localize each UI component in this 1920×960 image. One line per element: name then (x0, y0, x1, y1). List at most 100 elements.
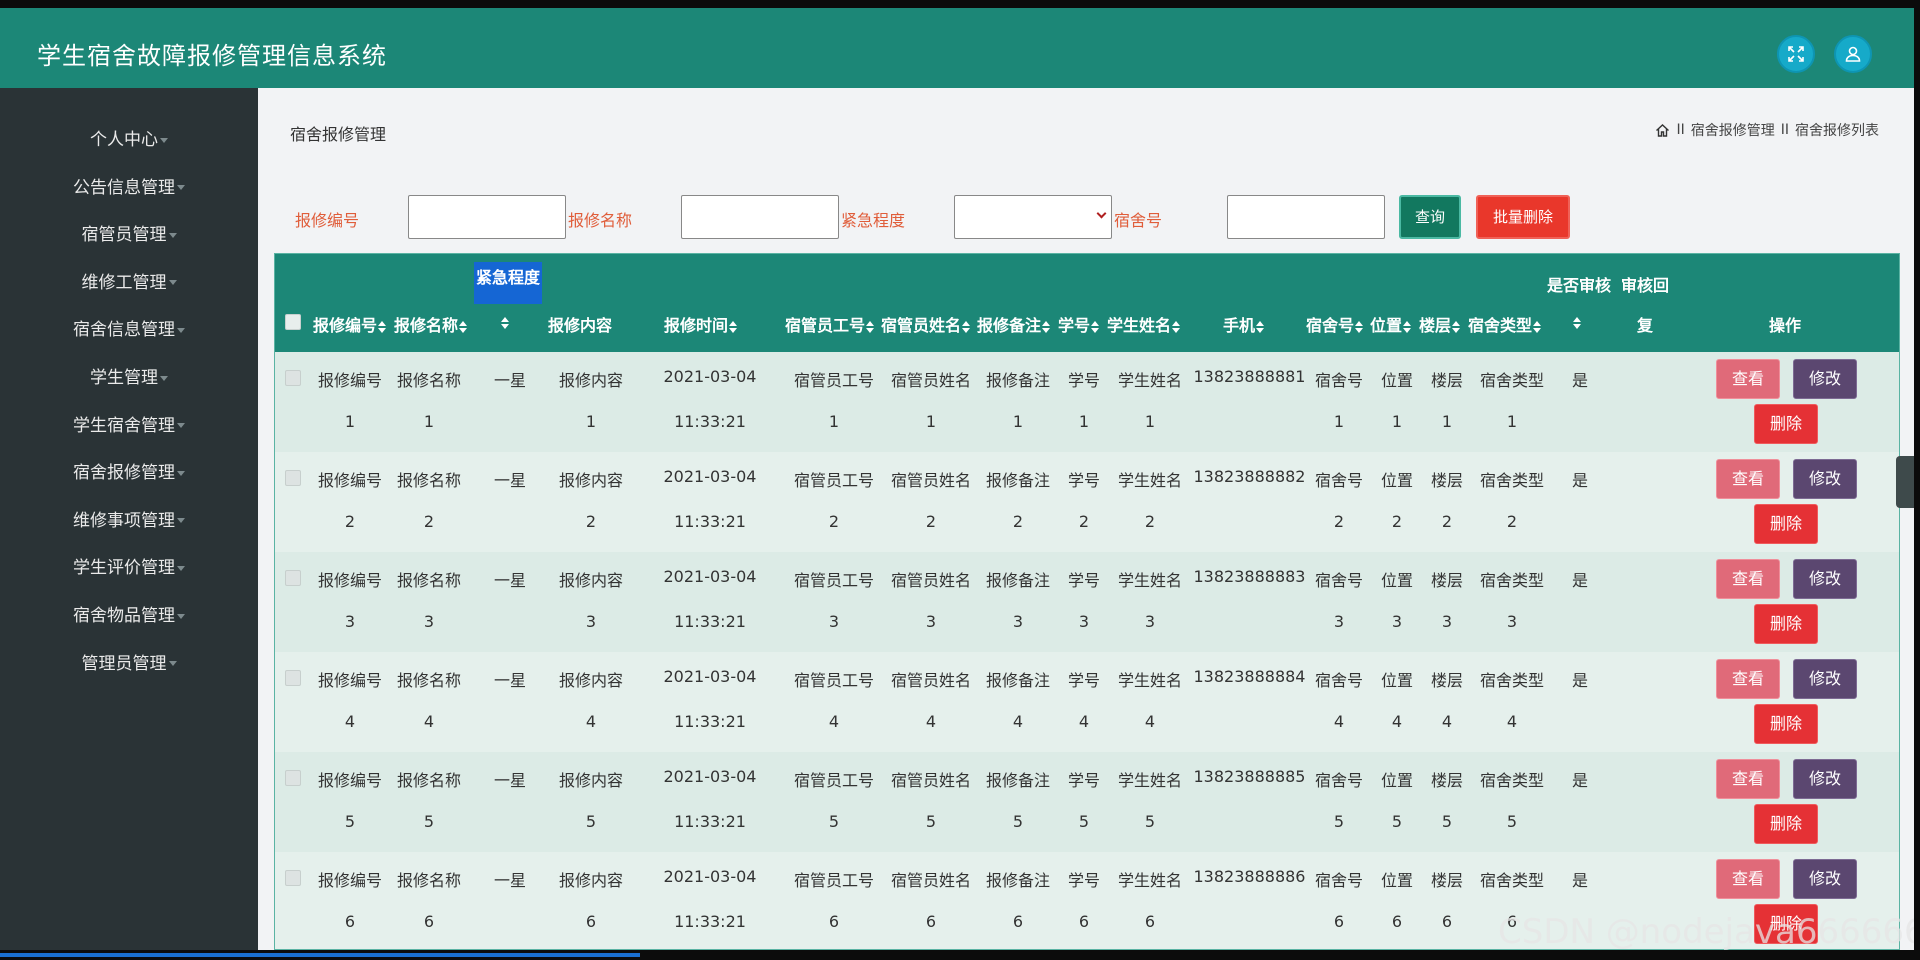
sidebar-item-label: 学生宿舍管理 (73, 415, 175, 436)
header-location[interactable]: 位置 (1370, 312, 1412, 336)
table-row: 报修编号 1 报修名称 1 一星 报修内容 1 2021-03-04 11:33:21 宿管员工号… (275, 352, 1899, 452)
cell-staff-name: 宿管员姓名 (890, 871, 971, 890)
cell-phone: 13823888886 (1193, 867, 1306, 886)
header-student-name[interactable]: 学生姓名 (1107, 312, 1181, 336)
breadcrumb-item-repair-management[interactable]: 宿舍报修管理 (1691, 120, 1775, 140)
cell-floor: 楼层 (1430, 871, 1463, 890)
cell-note2: 5 (1012, 812, 1024, 831)
edit-button[interactable]: 修改 (1793, 459, 1857, 499)
cell-time: 11:33:21 (674, 612, 746, 631)
side-panel-handle[interactable] (1896, 456, 1914, 508)
sidebar-item-admin-management[interactable]: 管理员管理 (0, 646, 258, 682)
header-student-no[interactable]: 学号 (1058, 312, 1100, 336)
sidebar-item-student-management[interactable]: 学生管理 (0, 360, 258, 396)
delete-button[interactable]: 删除 (1754, 504, 1818, 544)
delete-button[interactable]: 删除 (1754, 704, 1818, 744)
sidebar-item-notice-management[interactable]: 公告信息管理 (0, 170, 258, 206)
cell-code: 报修编号 (317, 471, 382, 490)
cell-student-name2: 3 (1144, 612, 1156, 631)
row-checkbox[interactable] (285, 470, 301, 486)
header-name[interactable]: 报修名称 (394, 312, 468, 336)
cell-code: 报修编号 (317, 771, 382, 790)
sidebar-item-label: 管理员管理 (81, 653, 167, 674)
edit-button[interactable]: 修改 (1793, 859, 1857, 899)
cell-student-no: 学号 (1067, 571, 1100, 590)
view-button[interactable]: 查看 (1716, 759, 1780, 799)
user-button[interactable] (1834, 35, 1872, 73)
view-button[interactable]: 查看 (1716, 559, 1780, 599)
sidebar-item-dorm-goods-management[interactable]: 宿舍物品管理 (0, 598, 258, 634)
row-checkbox[interactable] (285, 670, 301, 686)
header-time[interactable]: 报修时间 (664, 312, 738, 336)
row-checkbox[interactable] (285, 370, 301, 386)
filter-label-name: 报修名称 (568, 211, 633, 230)
chevron-down-icon (177, 518, 185, 524)
header-room-type[interactable]: 宿舍类型 (1468, 312, 1542, 336)
select-all-checkbox[interactable] (285, 314, 301, 330)
batch-delete-button[interactable]: 批量删除 (1476, 195, 1570, 239)
cell-time: 11:33:21 (674, 912, 746, 931)
header-code[interactable]: 报修编号 (313, 312, 387, 336)
view-button[interactable]: 查看 (1716, 659, 1780, 699)
row-checkbox[interactable] (285, 770, 301, 786)
edit-button[interactable]: 修改 (1793, 759, 1857, 799)
page-scrollbar[interactable] (0, 950, 1920, 960)
edit-button[interactable]: 修改 (1793, 359, 1857, 399)
delete-button[interactable]: 删除 (1754, 604, 1818, 644)
cell-floor2: 4 (1441, 712, 1453, 731)
row-checkbox[interactable] (285, 870, 301, 886)
header-note[interactable]: 报修备注 (977, 312, 1051, 336)
delete-button[interactable]: 删除 (1754, 804, 1818, 844)
cell-student-name: 学生姓名 (1117, 471, 1182, 490)
sidebar-item-personal-center[interactable]: 个人中心 (0, 122, 258, 158)
header-content[interactable]: 报修内容 (548, 312, 612, 336)
cell-room: 宿舍号 (1314, 671, 1363, 690)
repair-name-input[interactable] (681, 195, 839, 239)
sidebar: 个人中心公告信息管理 宿管员管理维修工管理宿舍信息管理学生管理学生宿舍管理宿舍报修… (0, 88, 258, 950)
query-button[interactable]: 查询 (1399, 195, 1461, 239)
fullscreen-button[interactable] (1777, 35, 1815, 73)
header-approved[interactable]: 是否审核 (1547, 272, 1611, 296)
sidebar-item-label: 宿舍信息管理 (73, 320, 175, 341)
cell-code2: 1 (344, 412, 356, 431)
cell-room: 宿舍号 (1314, 571, 1363, 590)
header-phone[interactable]: 手机 (1223, 312, 1265, 336)
header-room[interactable]: 宿舍号 (1306, 312, 1364, 336)
cell-floor2: 5 (1441, 812, 1453, 831)
edit-button[interactable]: 修改 (1793, 559, 1857, 599)
urgency-select[interactable] (954, 195, 1112, 239)
chevron-down-icon (177, 470, 185, 476)
cell-urgency: 一星 (493, 671, 526, 690)
cell-approved: 是 (1571, 371, 1588, 390)
sidebar-item-repair-item-management[interactable]: 维修事项管理 (0, 503, 258, 539)
cell-floor2: 6 (1441, 912, 1453, 931)
row-checkbox[interactable] (285, 570, 301, 586)
cell-code: 报修编号 (317, 571, 382, 590)
cell-name: 报修名称 (396, 571, 461, 590)
sidebar-item-student-evaluation-management[interactable]: 学生评价管理 (0, 550, 258, 586)
sidebar-item-repairman-management[interactable]: 维修工管理 (0, 265, 258, 301)
header-floor[interactable]: 楼层 (1419, 312, 1461, 336)
edit-button[interactable]: 修改 (1793, 659, 1857, 699)
view-button[interactable]: 查看 (1716, 859, 1780, 899)
room-number-input[interactable] (1227, 195, 1385, 239)
sidebar-item-student-dorm-management[interactable]: 学生宿舍管理 (0, 408, 258, 444)
cell-urgency: 一星 (493, 571, 526, 590)
cell-staff-no2: 5 (828, 812, 840, 831)
header-staff-name[interactable]: 宿管员姓名 (881, 312, 971, 336)
home-icon[interactable] (1655, 123, 1670, 138)
header-urgency-sort[interactable] (500, 312, 509, 331)
delete-button[interactable]: 删除 (1754, 404, 1818, 444)
header-approved-sort[interactable] (1572, 312, 1581, 331)
sidebar-item-dorm-repair-management[interactable]: 宿舍报修管理 (0, 455, 258, 491)
repair-code-input[interactable] (408, 195, 566, 239)
view-button[interactable]: 查看 (1716, 359, 1780, 399)
header-staff-no[interactable]: 宿管员工号 (785, 312, 875, 336)
cell-room-type: 宿舍类型 (1479, 871, 1544, 890)
header-reply[interactable]: 审核回 (1621, 272, 1669, 296)
cell-phone: 13823888885 (1193, 767, 1306, 786)
cell-floor2: 3 (1441, 612, 1453, 631)
sidebar-item-dorm-staff-management[interactable]: 宿管员管理 (0, 217, 258, 253)
view-button[interactable]: 查看 (1716, 459, 1780, 499)
sidebar-item-dorm-info-management[interactable]: 宿舍信息管理 (0, 312, 258, 348)
